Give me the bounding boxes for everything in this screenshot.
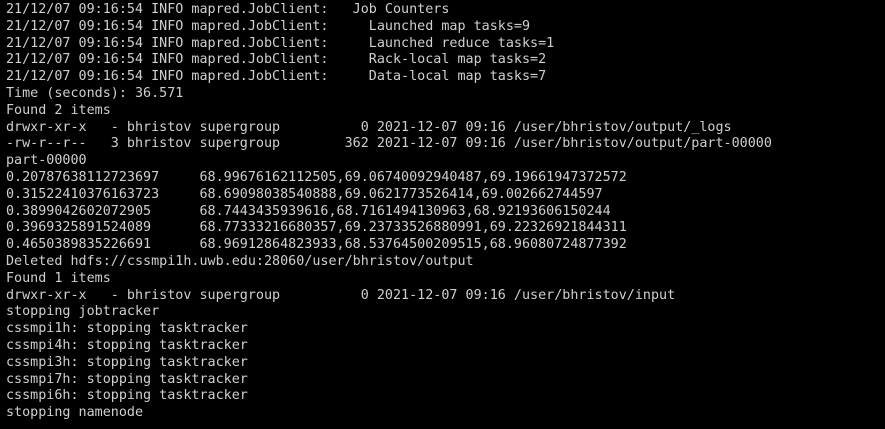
elapsed-time-line: Time (seconds): 36.571 [6, 85, 184, 101]
result-row: 0.3969325891524089 68.77333216680357,69.… [6, 220, 627, 236]
result-row: 0.20787638112723697 68.99676162112505,69… [6, 169, 627, 185]
stopping-tasktracker-line: cssmpi4h: stopping tasktracker [6, 337, 248, 353]
result-row: 0.4650389835226691 68.96912864823933,68.… [6, 237, 627, 253]
deleted-output-line: Deleted hdfs://cssmpi1h.uwb.edu:28060/us… [6, 253, 474, 269]
terminal-output: 21/12/07 09:16:54 INFO mapred.JobClient:… [6, 2, 772, 422]
found-items-line: Found 1 items [6, 270, 111, 286]
result-row: 0.3899042602072905 68.7443435939616,68.7… [6, 203, 611, 219]
result-row: 0.31522410376163723 68.69098038540888,69… [6, 186, 603, 202]
listing-line-input: drwxr-xr-x - bhristov supergroup 0 2021-… [6, 287, 676, 303]
listing-line-output-part: -rw-r--r-- 3 bhristov supergroup 362 202… [6, 136, 772, 152]
log-line-launched-map-tasks: 21/12/07 09:16:54 INFO mapred.JobClient:… [6, 18, 531, 34]
found-items-line: Found 2 items [6, 102, 111, 118]
log-line-job-counters: 21/12/07 09:16:54 INFO mapred.JobClient:… [6, 2, 450, 17]
stopping-tasktracker-line: cssmpi6h: stopping tasktracker [6, 388, 248, 404]
stopping-jobtracker-line: stopping jobtracker [6, 304, 160, 320]
log-line-data-local-map-tasks: 21/12/07 09:16:54 INFO mapred.JobClient:… [6, 69, 547, 85]
log-line-rack-local-map-tasks: 21/12/07 09:16:54 INFO mapred.JobClient:… [6, 52, 547, 68]
stopping-tasktracker-line: cssmpi7h: stopping tasktracker [6, 371, 248, 387]
listing-line-output-logs: drwxr-xr-x - bhristov supergroup 0 2021-… [6, 119, 732, 135]
stopping-namenode-line: stopping namenode [6, 405, 144, 421]
log-line-launched-reduce-tasks: 21/12/07 09:16:54 INFO mapred.JobClient:… [6, 35, 555, 51]
file-name-line: part-00000 [6, 153, 87, 169]
terminal-window[interactable]: 21/12/07 09:16:54 INFO mapred.JobClient:… [0, 0, 885, 429]
stopping-tasktracker-line: cssmpi1h: stopping tasktracker [6, 321, 248, 337]
stopping-tasktracker-line: cssmpi3h: stopping tasktracker [6, 354, 248, 370]
